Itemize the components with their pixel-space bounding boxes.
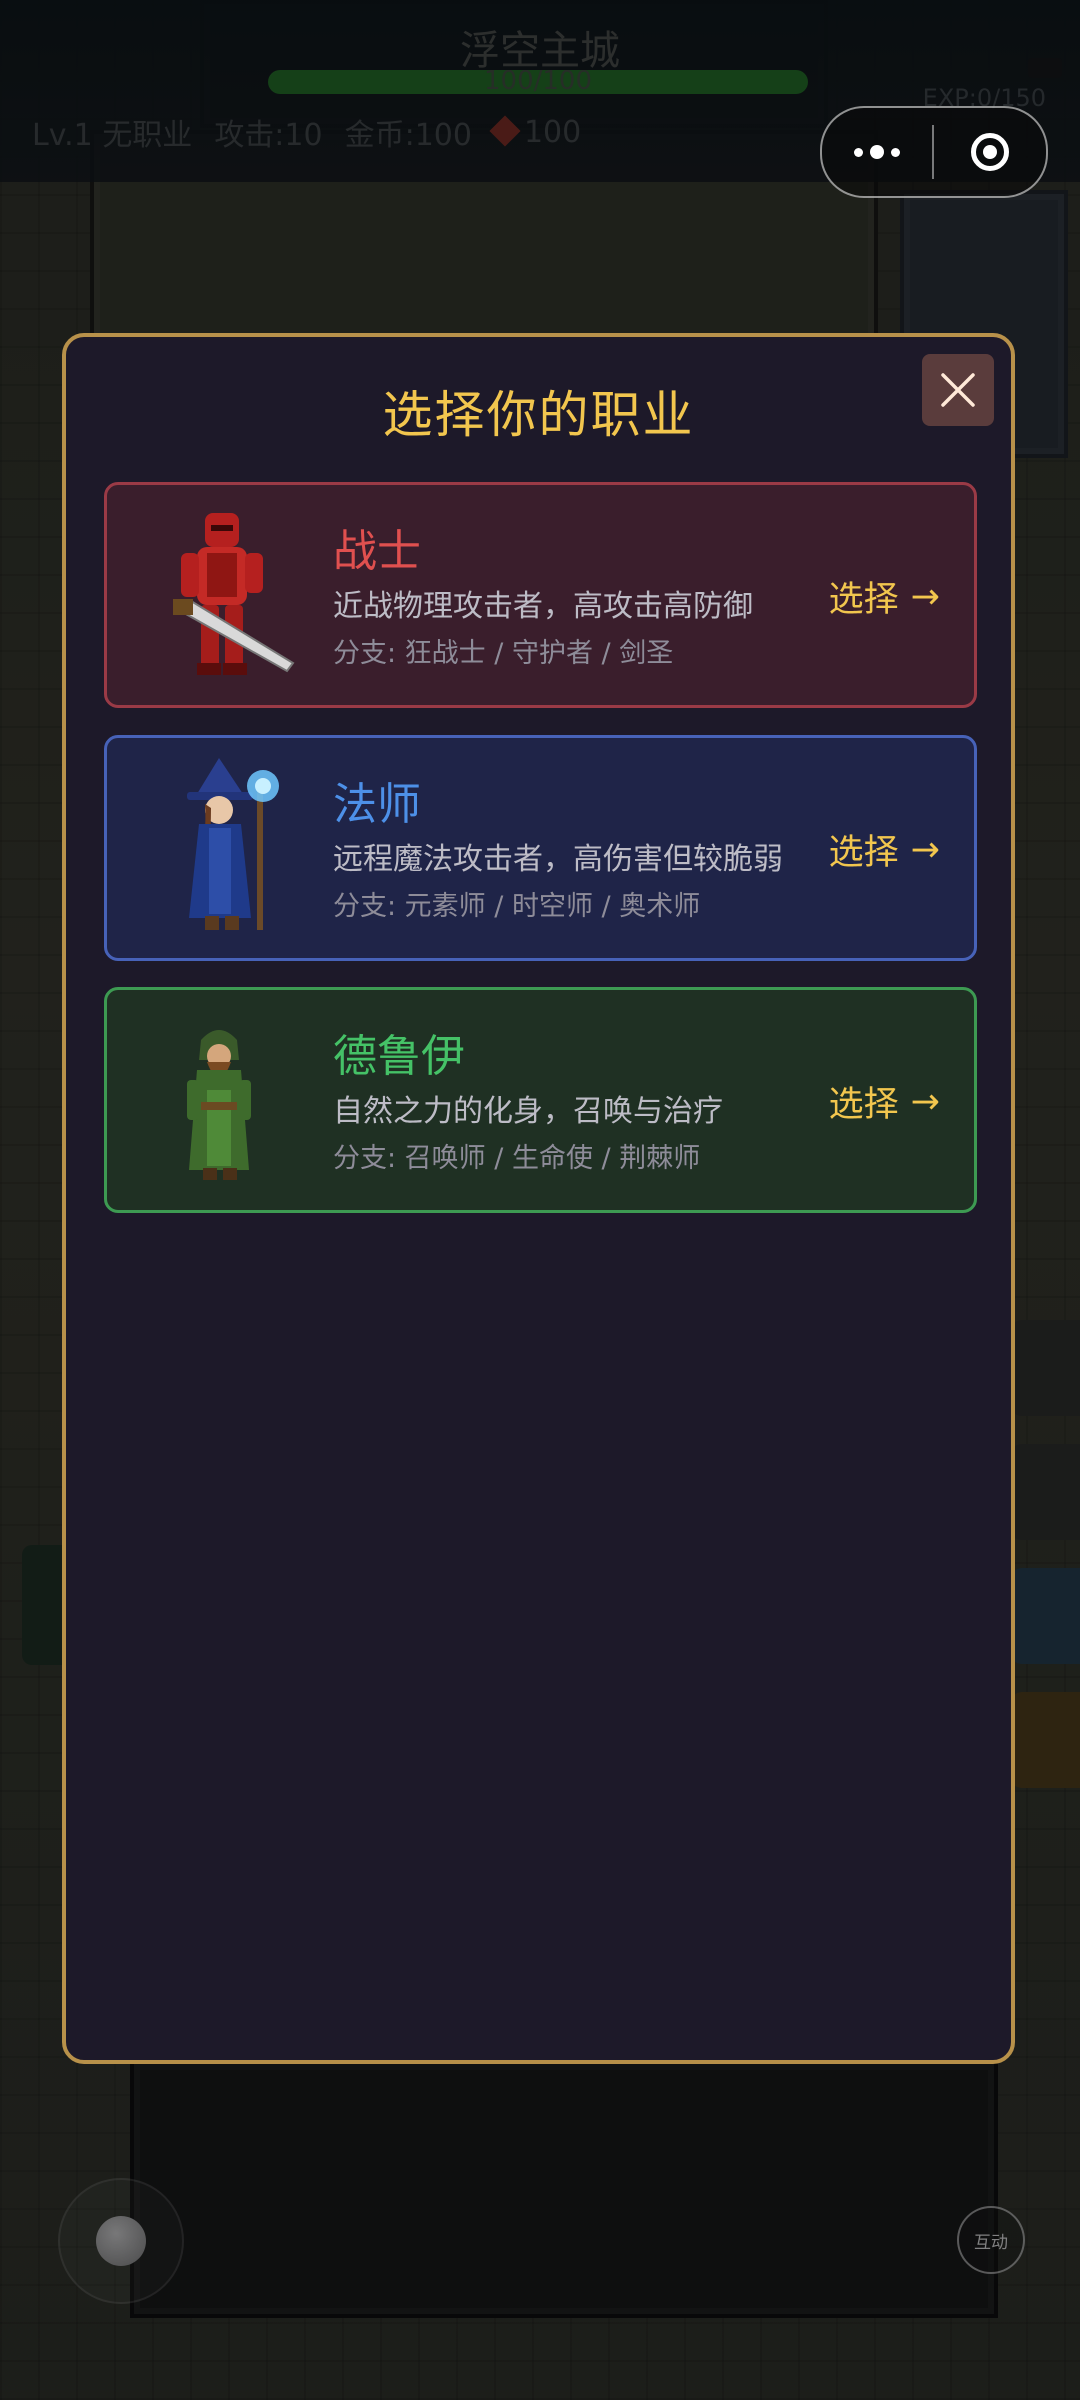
class-branches: 分支: 元素师 / 时空师 / 奥术师: [333, 891, 701, 922]
arrow-right-icon: →: [910, 1081, 940, 1122]
select-label: 选择: [828, 1085, 899, 1125]
select-warrior-button[interactable]: 选择 →: [829, 571, 940, 622]
class-name: 法师: [333, 779, 421, 830]
warrior-portrait: [173, 513, 295, 675]
select-druid-button[interactable]: 选择 →: [829, 1076, 940, 1127]
class-description: 自然之力的化身，召唤与治疗: [333, 1094, 723, 1129]
class-description: 近战物理攻击者，高攻击高防御: [333, 589, 753, 624]
class-select-modal: 选择你的职业 战士 近战物理攻击者，高攻击高防御 分支: 狂战士 / 守护者 /…: [62, 333, 1015, 2064]
class-card-druid[interactable]: 德鲁伊 自然之力的化身，召唤与治疗 分支: 召唤师 / 生命使 / 荆棘师 选择…: [104, 987, 977, 1213]
select-mage-button[interactable]: 选择 →: [829, 824, 940, 875]
arrow-right-icon: →: [910, 829, 940, 870]
exit-miniprogram-icon[interactable]: [934, 133, 1046, 171]
arrow-right-icon: →: [910, 576, 940, 617]
select-label: 选择: [828, 580, 899, 620]
close-button[interactable]: [922, 354, 994, 426]
select-label: 选择: [828, 833, 899, 873]
class-card-mage[interactable]: 法师 远程魔法攻击者，高伤害但较脆弱 分支: 元素师 / 时空师 / 奥术师 选…: [104, 735, 977, 961]
class-description: 远程魔法攻击者，高伤害但较脆弱: [333, 842, 783, 877]
modal-title: 选择你的职业: [382, 386, 695, 444]
druid-portrait: [187, 1030, 251, 1180]
class-card-warrior[interactable]: 战士 近战物理攻击者，高攻击高防御 分支: 狂战士 / 守护者 / 剑圣 选择 …: [104, 482, 977, 708]
mage-portrait: [187, 758, 279, 930]
class-branches: 分支: 召唤师 / 生命使 / 荆棘师: [333, 1143, 701, 1174]
class-name: 战士: [333, 526, 421, 577]
close-icon: [941, 373, 975, 407]
miniprogram-capsule: [820, 106, 1048, 198]
class-name: 德鲁伊: [333, 1031, 465, 1082]
more-menu-icon[interactable]: [822, 145, 932, 159]
class-branches: 分支: 狂战士 / 守护者 / 剑圣: [333, 638, 674, 669]
